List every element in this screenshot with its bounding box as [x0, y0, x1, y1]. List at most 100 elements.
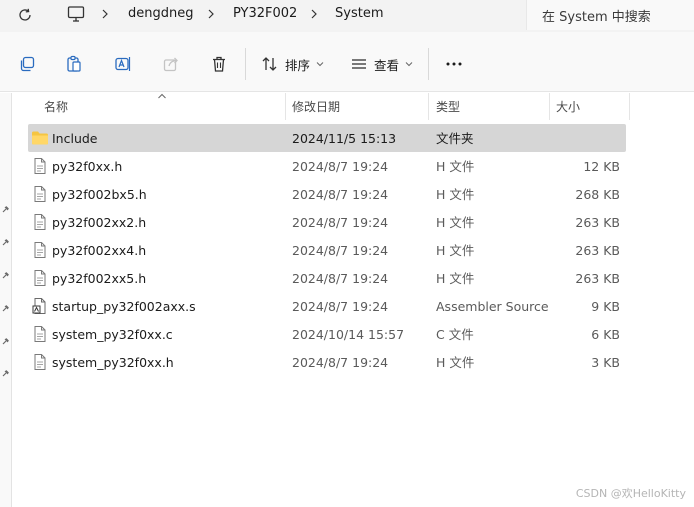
breadcrumb-item[interactable]: System [335, 5, 383, 23]
file-size: 3 KB [591, 355, 620, 370]
file-size: 9 KB [591, 299, 620, 314]
file-icon [34, 186, 46, 202]
pin-icon [2, 370, 9, 377]
pin-icon [2, 206, 9, 213]
rename-icon [115, 57, 131, 71]
file-row[interactable]: py32f002xx4.h 2024/8/7 19:24 H 文件 263 KB [28, 236, 626, 264]
clipboard-icon [67, 55, 81, 72]
copy-button[interactable] [17, 54, 37, 74]
file-date: 2024/8/7 19:24 [292, 243, 389, 258]
more-options-button[interactable] [443, 54, 465, 74]
refresh-button[interactable] [14, 4, 36, 26]
file-size: 6 KB [591, 327, 620, 342]
file-name: system_py32f0xx.h [52, 355, 174, 370]
this-pc-icon[interactable] [66, 4, 86, 24]
watermark: CSDN @欢HelloKitty [575, 487, 686, 500]
refresh-icon [19, 8, 31, 21]
file-type: H 文件 [436, 187, 475, 202]
view-label: 查看 [374, 57, 400, 73]
column-header-type[interactable]: 类型 [436, 98, 460, 115]
file-row[interactable]: py32f002xx5.h 2024/8/7 19:24 H 文件 263 KB [28, 264, 626, 292]
search-placeholder: 在 System 中搜索 [542, 10, 651, 25]
list-view-icon [352, 59, 366, 69]
file-name: Include [52, 131, 98, 146]
chevron-right-icon[interactable] [309, 8, 319, 20]
file-type: H 文件 [436, 355, 475, 370]
file-row[interactable]: py32f002xx2.h 2024/8/7 19:24 H 文件 263 KB [28, 208, 626, 236]
file-name: py32f0xx.h [52, 159, 123, 174]
column-resize-handle[interactable] [428, 93, 429, 120]
copy-icon [20, 56, 35, 72]
file-row[interactable]: py32f0xx.h 2024/8/7 19:24 H 文件 12 KB [28, 152, 626, 180]
file-date: 2024/10/14 15:57 [292, 327, 405, 342]
file-name: system_py32f0xx.c [52, 327, 173, 342]
rename-button[interactable] [113, 54, 133, 74]
file-name: py32f002xx2.h [52, 215, 147, 230]
view-button[interactable]: 查看 [350, 52, 413, 76]
column-resize-handle[interactable] [549, 93, 550, 120]
folder-icon [32, 131, 48, 145]
file-name: py32f002xx4.h [52, 243, 147, 258]
file-row[interactable]: startup_py32f002axx.s 2024/8/7 19:24 Ass… [28, 292, 626, 320]
file-size: 263 KB [575, 243, 620, 258]
column-header-name[interactable]: 名称 [44, 98, 68, 115]
chevron-down-icon [405, 62, 413, 67]
column-headers: 名称 修改日期 类型 大小 [12, 93, 694, 120]
file-type: C 文件 [436, 327, 474, 342]
file-name: py32f002bx5.h [52, 187, 147, 202]
file-type: H 文件 [436, 215, 475, 230]
file-list: Include 2024/11/5 15:13 文件夹 py32f0xx.h 2… [28, 124, 628, 376]
file-type: H 文件 [436, 159, 475, 174]
file-size: 263 KB [575, 215, 620, 230]
toolbar-divider [245, 48, 246, 80]
chevron-down-icon [316, 62, 324, 67]
assembler-file-icon [32, 298, 46, 314]
file-type: Assembler Source [436, 299, 549, 314]
command-bar: 排序 查看 [0, 32, 694, 92]
file-type: 文件夹 [436, 131, 474, 146]
file-row[interactable]: system_py32f0xx.c 2024/10/14 15:57 C 文件 … [28, 320, 626, 348]
file-size: 12 KB [583, 159, 620, 174]
file-icon [34, 354, 46, 370]
column-header-size[interactable]: 大小 [556, 98, 580, 115]
column-resize-handle[interactable] [285, 93, 286, 120]
file-icon [34, 214, 46, 230]
file-row[interactable]: system_py32f0xx.h 2024/8/7 19:24 H 文件 3 … [28, 348, 626, 376]
file-row[interactable]: Include 2024/11/5 15:13 文件夹 [28, 124, 626, 152]
file-size: 268 KB [575, 187, 620, 202]
file-row[interactable]: py32f002bx5.h 2024/8/7 19:24 H 文件 268 KB [28, 180, 626, 208]
file-icon [34, 242, 46, 258]
file-date: 2024/8/7 19:24 [292, 187, 389, 202]
file-icon [34, 326, 46, 342]
file-type: H 文件 [436, 243, 475, 258]
column-header-date[interactable]: 修改日期 [292, 98, 340, 115]
pin-icon [2, 272, 9, 279]
breadcrumb-item[interactable]: PY32F002 [233, 5, 297, 23]
trash-icon [213, 56, 225, 72]
file-icon [34, 270, 46, 286]
paste-button[interactable] [64, 54, 84, 74]
sort-label: 排序 [285, 57, 311, 73]
chevron-right-icon[interactable] [100, 8, 110, 20]
chevron-right-icon[interactable] [206, 8, 216, 20]
pin-icon [2, 338, 9, 345]
share-button[interactable] [161, 54, 181, 74]
sort-button[interactable]: 排序 [261, 52, 324, 76]
address-bar: dengdneg PY32F002 System 在 System 中搜索 [0, 0, 694, 32]
pin-icon [2, 305, 9, 312]
share-icon [163, 57, 178, 72]
column-resize-handle[interactable] [629, 93, 630, 120]
sort-ascending-icon [158, 93, 166, 99]
breadcrumb-item[interactable]: dengdneg [128, 5, 193, 23]
toolbar-divider [428, 48, 429, 80]
file-size: 263 KB [575, 271, 620, 286]
search-box[interactable]: 在 System 中搜索 [526, 0, 694, 30]
file-date: 2024/11/5 15:13 [292, 131, 397, 146]
more-icon [446, 62, 462, 66]
file-date: 2024/8/7 19:24 [292, 355, 389, 370]
delete-button[interactable] [209, 54, 229, 74]
navigation-pane[interactable] [0, 93, 12, 507]
file-type: H 文件 [436, 271, 475, 286]
file-date: 2024/8/7 19:24 [292, 271, 389, 286]
file-date: 2024/8/7 19:24 [292, 215, 389, 230]
